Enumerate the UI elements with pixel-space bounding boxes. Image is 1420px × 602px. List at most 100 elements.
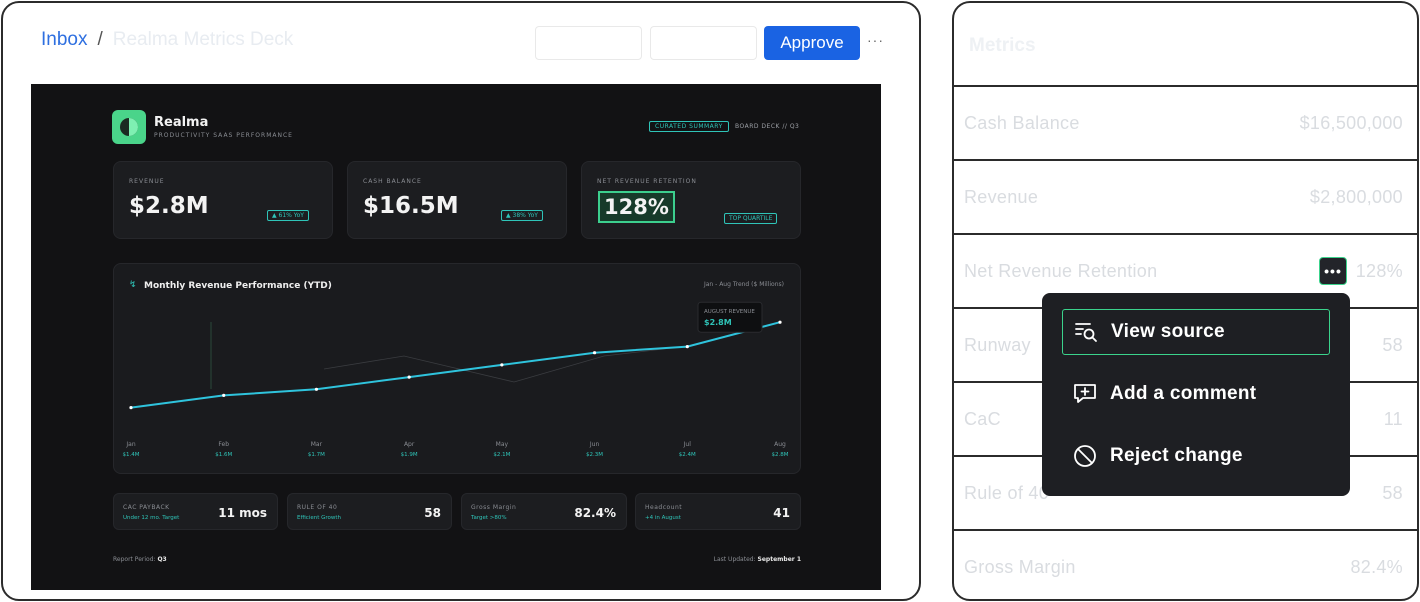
mini-card-gross-margin: Gross Margin Target >80% 82.4% (461, 493, 627, 530)
breadcrumb-separator: / (97, 29, 103, 50)
kpi-nrr-card: NET REVENUE RETENTION 128% TOP QUARTILE (581, 161, 801, 239)
value-label: $1.4M (123, 452, 140, 458)
menu-item-view-source[interactable]: View source (1062, 309, 1330, 355)
row-actions-button[interactable]: ••• (1319, 257, 1347, 285)
tooltip-label: AUGUST REVENUE (704, 309, 755, 315)
mini-sub: Under 12 mo. Target (123, 515, 180, 521)
metric-value: $2,800,000 (1309, 187, 1403, 207)
mini-value: 82.4% (574, 506, 616, 520)
last-updated: Last Updated: September 1 (713, 556, 801, 563)
approve-button[interactable]: Approve (764, 26, 860, 60)
value-label: $2.4M (679, 452, 696, 458)
revenue-chart-svg: Jan $1.4M Feb $1.6M Mar $1.7M Apr $1.9M May $2.1M… (123, 301, 789, 458)
mini-title: CAC PAYBACK (123, 504, 170, 511)
deck-brand: Realma (154, 115, 209, 130)
table-row[interactable]: Revenue $2,800,000 (954, 159, 1417, 233)
mini-title: Gross Margin (471, 504, 517, 511)
value-label: $2.1M (493, 452, 510, 458)
realma-logo-icon (112, 110, 146, 144)
kpi-value: $16.5M (363, 193, 459, 219)
metric-value: 82.4% (1350, 557, 1403, 577)
review-panel: Inbox / Realma Metrics Deck Approve ··· … (1, 1, 921, 601)
revenue-point-apr (407, 375, 411, 379)
x-tick-label: May (496, 441, 509, 448)
kpi-tag: ▲ 61% YoY (267, 210, 309, 221)
revenue-point-mar (314, 387, 319, 391)
revenue-point-jun (592, 351, 597, 355)
x-tick-label: Mar (311, 441, 323, 448)
x-tick-label: Apr (404, 441, 415, 448)
kpi-value-highlighted: 128% (598, 191, 675, 223)
row-context-menu: View source Add a comment Reject change (1042, 293, 1350, 496)
table-row[interactable]: Cash Balance $16,500,000 (954, 85, 1417, 159)
revenue-point-aug (778, 320, 782, 324)
menu-item-add-comment[interactable]: Add a comment (1062, 371, 1330, 417)
table-row[interactable]: Gross Margin 82.4% (954, 529, 1417, 599)
kpi-label: NET REVENUE RETENTION (597, 178, 697, 185)
metric-key: Runway (964, 335, 1031, 355)
toolbar-button-2[interactable] (650, 26, 757, 60)
breadcrumb-inbox-link[interactable]: Inbox (41, 29, 87, 51)
metric-key: Revenue (964, 187, 1039, 207)
metric-key: Net Revenue Retention (964, 261, 1158, 281)
more-options-icon[interactable]: ··· (867, 32, 884, 48)
x-tick-label: Aug (774, 441, 786, 448)
add-comment-icon (1072, 381, 1098, 407)
kpi-cash-card: CASH BALANCE $16.5M ▲ 38% YoY (347, 161, 567, 239)
value-label: $1.7M (308, 452, 325, 458)
metric-value: 58 (1382, 483, 1403, 503)
metric-value: 128% (1355, 261, 1403, 281)
reject-icon (1072, 443, 1098, 469)
metric-key: CaC (964, 409, 1001, 429)
metric-value: $16,500,000 (1299, 113, 1403, 133)
value-label: $1.6M (215, 452, 232, 458)
report-period: Report Period: Q3 (113, 556, 167, 563)
mini-card-headcount: Headcount +4 in August 41 (635, 493, 801, 530)
tooltip-value: $2.8M (704, 318, 732, 327)
mini-sub: Target >80% (471, 515, 507, 521)
toolbar-button-1[interactable] (535, 26, 642, 60)
menu-item-label: Reject change (1110, 445, 1243, 466)
metric-value: 58 (1382, 335, 1403, 355)
view-source-icon (1073, 319, 1099, 345)
metric-key: Rule of 40 (964, 483, 1050, 503)
mini-value: 11 mos (218, 506, 267, 520)
kpi-value: $2.8M (129, 193, 209, 219)
chart-trend-label: Jan - Aug Trend ($ Millions) (703, 281, 784, 288)
mini-title: RULE OF 40 (297, 504, 338, 511)
kpi-label: CASH BALANCE (363, 178, 422, 185)
mini-card-cac: CAC PAYBACK Under 12 mo. Target 11 mos (113, 493, 278, 530)
revenue-point-may (500, 363, 504, 367)
metric-value: 11 (1383, 409, 1403, 429)
breadcrumb-current: Realma Metrics Deck (112, 29, 294, 50)
x-tick-label: Feb (218, 441, 229, 448)
x-tick-label: Jul (683, 441, 692, 448)
chart-title: Monthly Revenue Performance (YTD) (144, 281, 332, 291)
value-label: $1.9M (401, 452, 418, 458)
kpi-revenue-card: REVENUE $2.8M ▲ 61% YoY (113, 161, 333, 239)
kpi-label: REVENUE (129, 178, 165, 185)
x-tick-label: Jun (589, 441, 600, 448)
kpi-tag: TOP QUARTILE (724, 213, 778, 224)
revenue-series-line (130, 321, 781, 409)
menu-item-label: Add a comment (1110, 383, 1257, 404)
curated-summary-badge: CURATED SUMMARY (649, 121, 729, 132)
mini-value: 41 (773, 506, 790, 520)
value-label: $2.3M (586, 452, 603, 458)
deck-subtitle: PRODUCTIVITY SAAS PERFORMANCE (154, 132, 293, 139)
revenue-chart-card: Jan $1.4M Feb $1.6M Mar $1.7M Apr $1.9M May $2.1M… (113, 263, 801, 474)
menu-item-label: View source (1111, 321, 1225, 342)
mini-title: Headcount (645, 504, 683, 511)
mini-sub: Efficient Growth (297, 515, 342, 521)
chart-icon: ↯ (129, 280, 137, 290)
value-label: $2.8M (772, 452, 789, 458)
breadcrumb: Inbox / Realma Metrics Deck (41, 29, 293, 51)
board-deck-label: BOARD DECK // Q3 (735, 123, 800, 130)
revenue-point-feb (222, 393, 226, 397)
mini-value: 58 (424, 506, 441, 520)
metric-key: Cash Balance (964, 113, 1080, 133)
x-tick-label: Jan (125, 441, 135, 448)
deck-preview: Realma PRODUCTIVITY SAAS PERFORMANCE CUR… (31, 84, 881, 590)
metric-key: Gross Margin (964, 557, 1076, 577)
menu-item-reject-change[interactable]: Reject change (1062, 433, 1330, 479)
